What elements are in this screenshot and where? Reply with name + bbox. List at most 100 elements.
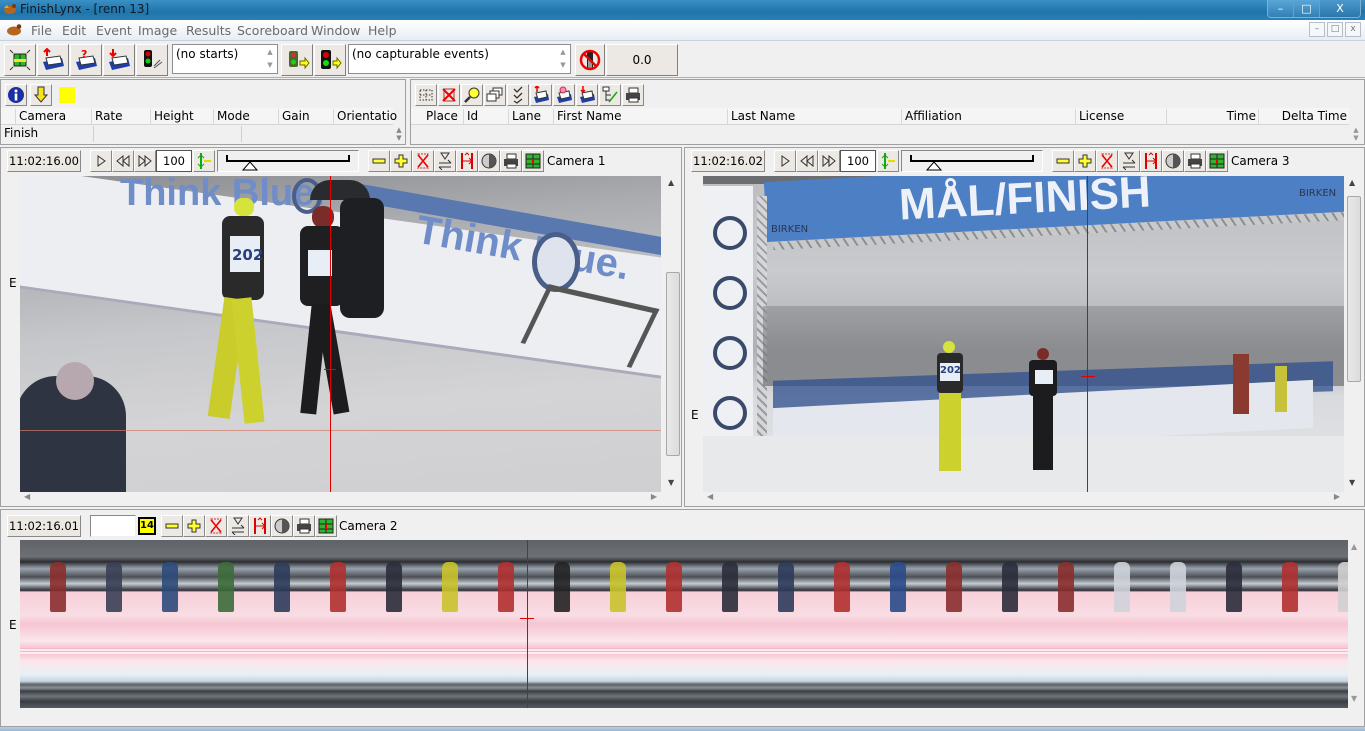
column-header-id[interactable]: Id: [463, 109, 478, 125]
camera2-photo-finish-image[interactable]: [20, 540, 1348, 708]
fast-forward-button[interactable]: [134, 150, 156, 172]
close-button[interactable]: X: [1320, 0, 1360, 17]
save-event-button[interactable]: [103, 44, 135, 76]
zoom-in-button[interactable]: [390, 150, 412, 172]
scroll-down-arrow-icon[interactable]: ▼: [1349, 478, 1355, 487]
menu-help[interactable]: Help: [368, 23, 397, 38]
scroll-right-arrow-icon[interactable]: ▶: [651, 492, 657, 501]
camera2-vertical-scrollbar[interactable]: ▲ ▼: [1348, 540, 1364, 708]
clear-button[interactable]: [412, 150, 434, 172]
windows-button[interactable]: [484, 84, 506, 106]
camera3-slider[interactable]: [901, 150, 1043, 172]
column-header-orientation[interactable]: Orientatio: [333, 109, 397, 125]
combo-up-arrow-icon[interactable]: ▲: [558, 48, 568, 56]
camera3-finish-line[interactable]: [1087, 176, 1088, 492]
camera1-slider[interactable]: [217, 150, 359, 172]
contrast-button[interactable]: [1162, 150, 1184, 172]
menu-edit[interactable]: Edit: [62, 23, 86, 38]
events-combo[interactable]: (no capturable events) ▲ ▼: [348, 44, 571, 74]
camera1-horizontal-scrollbar[interactable]: ◀ ▶: [20, 492, 661, 506]
column-header-mode[interactable]: Mode: [213, 109, 250, 125]
mdi-restore-button[interactable]: □: [1327, 22, 1343, 37]
column-header-last-name[interactable]: Last Name: [727, 109, 795, 125]
swap-button[interactable]: [227, 515, 249, 537]
column-header-time[interactable]: Time: [1166, 109, 1258, 125]
zoom-out-button[interactable]: [1052, 150, 1074, 172]
find-button[interactable]: [461, 84, 483, 106]
clear-button[interactable]: [205, 515, 227, 537]
play-button[interactable]: [774, 150, 796, 172]
scroll-left-arrow-icon[interactable]: ◀: [24, 492, 30, 501]
camera-download-button[interactable]: [30, 84, 52, 106]
camera2-time[interactable]: 11:02:16.01: [7, 515, 81, 537]
results-spinner[interactable]: ▲ ▼: [1349, 126, 1363, 144]
camera1-finish-line[interactable]: [330, 176, 331, 492]
camera2-id-input[interactable]: [90, 515, 136, 537]
grid-button[interactable]: [522, 150, 544, 172]
tree-button[interactable]: [599, 84, 621, 106]
print-image-button[interactable]: [293, 515, 315, 537]
mdi-close-button[interactable]: x: [1345, 22, 1361, 37]
contrast-button[interactable]: [271, 515, 293, 537]
column-header-place[interactable]: Place: [423, 109, 458, 125]
camera1-zoom-input[interactable]: 100: [156, 150, 192, 172]
document-menu-icon[interactable]: [6, 23, 22, 36]
open-event-button[interactable]: [37, 44, 69, 76]
menu-scoreboard[interactable]: Scoreboard: [237, 23, 308, 38]
split-button[interactable]: [249, 515, 271, 537]
camera1-time[interactable]: 11:02:16.00: [7, 150, 81, 172]
column-header-camera[interactable]: Camera: [15, 109, 66, 125]
menu-window[interactable]: Window: [311, 23, 360, 38]
rewind-button[interactable]: [796, 150, 818, 172]
capture-control-button[interactable]: [314, 44, 346, 76]
starts-combo[interactable]: (no starts) ▲ ▼: [172, 44, 278, 74]
font-size-badge[interactable]: 14: [138, 517, 156, 535]
print-image-button[interactable]: [500, 150, 522, 172]
fast-forward-button[interactable]: [818, 150, 840, 172]
camera-setup-button[interactable]: [4, 44, 36, 76]
split-button[interactable]: [456, 150, 478, 172]
align-button[interactable]: [877, 150, 899, 172]
swap-button[interactable]: [434, 150, 456, 172]
combo-down-arrow-icon[interactable]: ▼: [558, 61, 568, 69]
zoom-out-button[interactable]: [368, 150, 390, 172]
print-image-button[interactable]: [1184, 150, 1206, 172]
column-header-license[interactable]: License: [1075, 109, 1124, 125]
scroll-right-arrow-icon[interactable]: ▶: [1334, 492, 1340, 501]
scroll-down-arrow-icon[interactable]: ▼: [1351, 694, 1357, 703]
menu-file[interactable]: File: [31, 23, 52, 38]
camera3-time[interactable]: 11:02:16.02: [691, 150, 765, 172]
rewind-button[interactable]: [112, 150, 134, 172]
zoom-in-button[interactable]: [183, 515, 205, 537]
restore-button[interactable]: □: [1294, 0, 1320, 17]
print-results-button[interactable]: [622, 84, 644, 106]
upload-results-button[interactable]: [530, 84, 552, 106]
align-button[interactable]: [193, 150, 215, 172]
column-header-rate[interactable]: Rate: [91, 109, 123, 125]
scroll-left-arrow-icon[interactable]: ◀: [707, 492, 713, 501]
yellow-color-swatch[interactable]: [59, 87, 75, 103]
camera3-vertical-scrollbar[interactable]: ▲ ▼: [1346, 176, 1362, 492]
query-results-button[interactable]: [553, 84, 575, 106]
wind-toggle-button[interactable]: [575, 44, 605, 76]
check-button[interactable]: [507, 84, 529, 106]
grid-button[interactable]: [315, 515, 337, 537]
zoom-in-button[interactable]: [1074, 150, 1096, 172]
delete-result-button[interactable]: [438, 84, 460, 106]
column-header-gain[interactable]: Gain: [278, 109, 310, 125]
scroll-up-arrow-icon[interactable]: ▲: [668, 178, 674, 187]
query-event-button[interactable]: ?: [70, 44, 102, 76]
camera2-finish-line[interactable]: [527, 540, 528, 708]
start-sensor-button[interactable]: [136, 44, 168, 76]
slider-thumb-icon[interactable]: [926, 161, 942, 171]
camera3-image[interactable]: MÅL/FINISH BIRKEN BIRKEN 202: [703, 176, 1344, 492]
combo-down-arrow-icon[interactable]: ▼: [265, 61, 275, 69]
column-header-lane[interactable]: Lane: [508, 109, 541, 125]
table-row[interactable]: Finish: [1, 126, 393, 143]
scroll-thumb[interactable]: [666, 272, 680, 456]
arm-capture-button[interactable]: [281, 44, 313, 76]
scroll-down-arrow-icon[interactable]: ▼: [668, 478, 674, 487]
menu-event[interactable]: Event: [96, 23, 132, 38]
clear-button[interactable]: [1096, 150, 1118, 172]
row-spinner[interactable]: ▲ ▼: [393, 126, 405, 144]
